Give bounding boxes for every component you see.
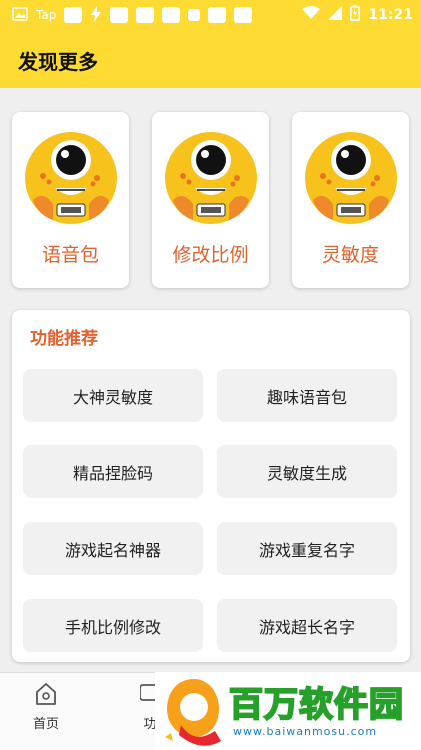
watermark-title: 百万软件园: [228, 684, 404, 726]
clock: 11:21: [368, 7, 413, 23]
notification-icon: [234, 7, 253, 23]
feature-button[interactable]: 大神灵敏度: [23, 369, 203, 422]
mascot-icon: [304, 132, 397, 224]
feature-button[interactable]: 精品捏脸码: [23, 445, 203, 498]
feature-button[interactable]: 趣味语音包: [217, 369, 397, 422]
feature-cards: 语音包 修改比例 灵敏度: [12, 112, 410, 288]
mascot-icon: [24, 132, 117, 224]
feature-button[interactable]: 灵敏度生成: [217, 445, 397, 498]
feature-button[interactable]: 游戏重复名字: [217, 522, 397, 575]
signal-icon: [328, 6, 343, 24]
flash-icon: [90, 5, 102, 25]
nav-home-label: 首页: [33, 717, 60, 732]
app-header: Tap 11:21 发现更多: [0, 0, 421, 88]
notification-icon: [110, 7, 129, 23]
feature-button[interactable]: 游戏起名神器: [23, 522, 203, 575]
card-voice-pack[interactable]: 语音包: [12, 112, 129, 288]
card-label: 修改比例: [172, 244, 249, 266]
card-sensitivity[interactable]: 灵敏度: [292, 112, 409, 288]
card-modify-ratio[interactable]: 修改比例: [152, 112, 269, 288]
notification-icon: [208, 7, 227, 23]
home-icon: [36, 683, 56, 705]
recommend-panel: 功能推荐 大神灵敏度 趣味语音包 精品捏脸码 灵敏度生成 游戏起名神器 游戏重复…: [12, 310, 410, 662]
feature-button[interactable]: 手机比例修改: [23, 599, 203, 652]
carrier-label: Tap: [36, 8, 57, 22]
page-title: 发现更多: [18, 50, 98, 74]
card-label: 灵敏度: [321, 244, 379, 266]
battery-icon: [350, 5, 361, 25]
watermark-url: www.baiwanmosu.com: [233, 724, 378, 738]
card-label: 语音包: [41, 244, 99, 266]
status-bar: Tap 11:21: [0, 0, 421, 30]
feature-button[interactable]: 游戏超长名字: [217, 599, 397, 652]
notification-icon: [136, 7, 155, 23]
watermark: 百万软件园 www.baiwanmosu.com: [155, 672, 421, 750]
wifi-icon: [302, 6, 321, 24]
section-title: 功能推荐: [30, 329, 98, 349]
nav-home[interactable]: 首页: [33, 681, 59, 732]
mascot-icon: [164, 132, 257, 224]
notification-icon: [162, 7, 181, 23]
notification-icon: [64, 7, 83, 23]
watermark-logo-icon: [165, 679, 221, 746]
notification-icon: [188, 9, 201, 21]
gallery-icon: [12, 6, 28, 24]
